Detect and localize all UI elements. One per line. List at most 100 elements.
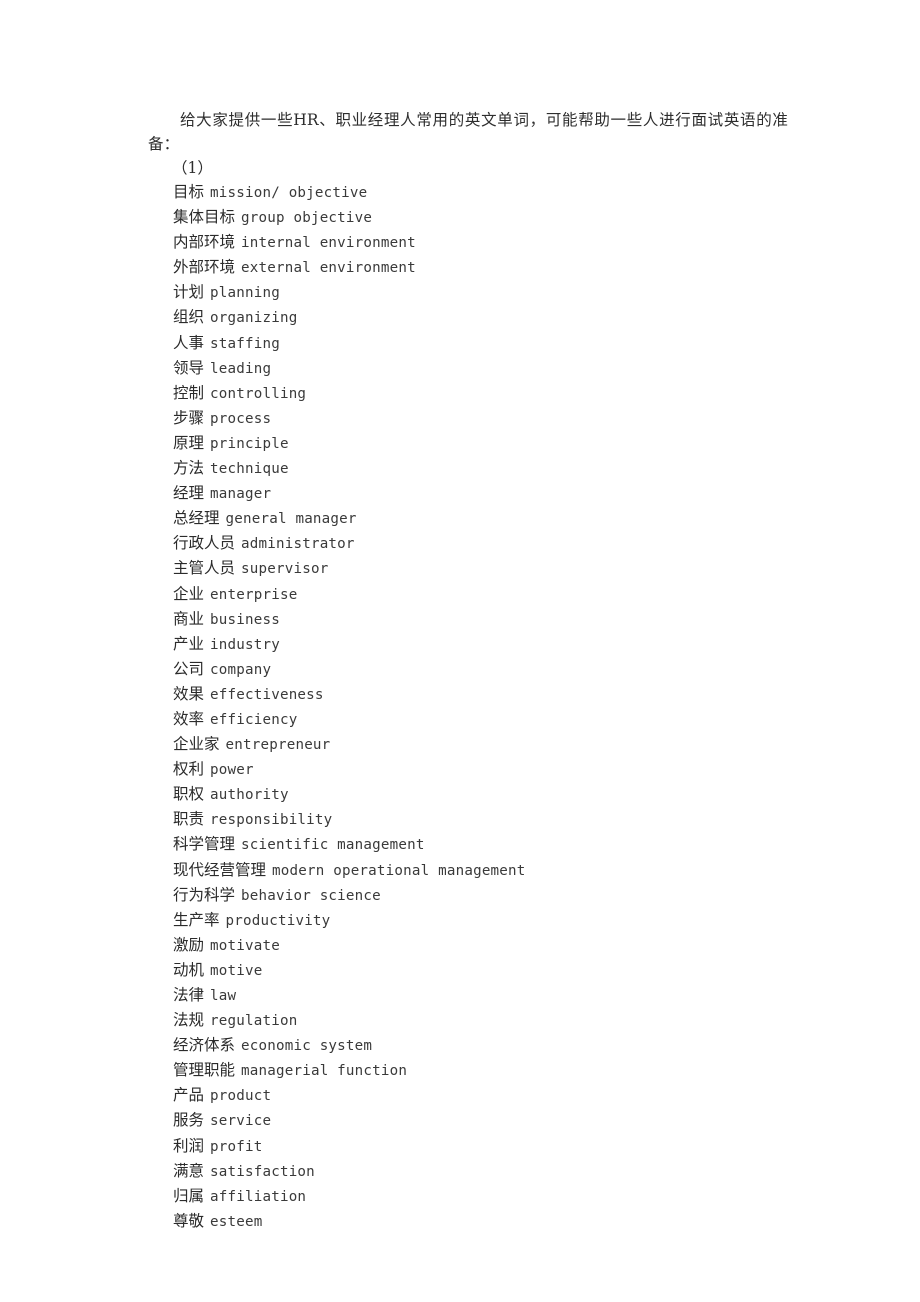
vocabulary-term-chinese: 行为科学: [173, 885, 236, 904]
vocabulary-term-chinese: 方法: [173, 459, 205, 478]
vocabulary-term-english: power: [210, 762, 254, 779]
vocabulary-entry: 公司 company: [173, 657, 788, 682]
vocabulary-entry: 管理职能 managerial function: [173, 1058, 788, 1083]
vocabulary-term-chinese: 人事: [173, 333, 205, 352]
vocabulary-term-chinese: 管理职能: [173, 1061, 236, 1080]
vocabulary-entry: 尊敬 esteem: [173, 1209, 788, 1234]
vocabulary-term-chinese: 公司: [173, 659, 205, 678]
vocabulary-entry: 企业家 entrepreneur: [173, 732, 788, 757]
vocabulary-entry: 外部环境 external environment: [173, 255, 788, 280]
vocabulary-term-chinese: 法规: [173, 1011, 205, 1030]
vocabulary-term-english: leading: [210, 360, 272, 377]
vocabulary-term-english: responsibility: [210, 812, 333, 829]
vocabulary-term-chinese: 商业: [173, 609, 205, 628]
vocabulary-entry: 总经理 general manager: [173, 506, 788, 531]
vocabulary-term-chinese: 原理: [173, 433, 205, 452]
vocabulary-term-chinese: 企业: [173, 584, 205, 603]
vocabulary-entry: 满意 satisfaction: [173, 1159, 788, 1184]
vocabulary-term-english: administrator: [241, 536, 355, 553]
vocabulary-term-english: affiliation: [210, 1188, 307, 1205]
vocabulary-term-english: product: [210, 1088, 272, 1105]
vocabulary-entry: 人事 staffing: [173, 331, 788, 356]
vocabulary-term-chinese: 步骤: [173, 408, 205, 427]
vocabulary-term-chinese: 动机: [173, 960, 205, 979]
vocabulary-term-english: supervisor: [241, 561, 329, 578]
vocabulary-term-chinese: 效果: [173, 684, 205, 703]
vocabulary-entry: 企业 enterprise: [173, 582, 788, 607]
vocabulary-entry: 步骤 process: [173, 406, 788, 431]
vocabulary-term-chinese: 内部环境: [173, 233, 236, 252]
vocabulary-entry: 产业 industry: [173, 632, 788, 657]
vocabulary-term-chinese: 效率: [173, 709, 205, 728]
vocabulary-entry: 动机 motive: [173, 958, 788, 983]
vocabulary-term-chinese: 目标: [173, 183, 205, 201]
vocabulary-entry: 效率 efficiency: [173, 707, 788, 732]
vocabulary-term-english: manager: [210, 486, 272, 503]
vocabulary-term-english: profit: [210, 1138, 263, 1155]
vocabulary-entry: 科学管理 scientific management: [173, 832, 788, 857]
vocabulary-term-english: regulation: [210, 1013, 298, 1030]
vocabulary-term-chinese: 利润: [173, 1136, 205, 1155]
vocabulary-entry: 商业 business: [173, 607, 788, 632]
vocabulary-term-english: company: [210, 661, 272, 678]
vocabulary-term-chinese: 生产率: [173, 910, 220, 929]
vocabulary-entry: 服务 service: [173, 1108, 788, 1133]
vocabulary-entry: 内部环境 internal environment: [173, 230, 788, 255]
vocabulary-entry: 经济体系 economic system: [173, 1033, 788, 1058]
vocabulary-term-english: entrepreneur: [225, 737, 331, 754]
document-body: 给大家提供一些HR、职业经理人常用的英文单词，可能帮助一些人进行面试英语的准备：…: [148, 108, 788, 1234]
section-number: （1）: [172, 159, 213, 177]
vocabulary-term-chinese: 领导: [173, 358, 205, 377]
vocabulary-term-chinese: 组织: [173, 308, 205, 327]
vocabulary-term-chinese: 归属: [173, 1186, 205, 1205]
intro-paragraph: 给大家提供一些HR、职业经理人常用的英文单词，可能帮助一些人进行面试英语的准备：: [148, 111, 788, 153]
vocabulary-term-english: industry: [210, 636, 280, 653]
vocabulary-term-chinese: 经理: [173, 484, 205, 503]
vocabulary-entry: 领导 leading: [173, 356, 788, 381]
vocabulary-entry: 法规 regulation: [173, 1008, 788, 1033]
vocabulary-term-english: motive: [210, 962, 263, 979]
vocabulary-entry: 归属 affiliation: [173, 1184, 788, 1209]
vocabulary-term-english: mission/ objective: [210, 185, 368, 201]
vocabulary-term-english: authority: [210, 787, 289, 804]
vocabulary-term-english: general manager: [225, 511, 357, 528]
vocabulary-term-english: service: [210, 1113, 272, 1130]
vocabulary-term-english: controlling: [210, 385, 307, 402]
vocabulary-term-english: modern operational management: [272, 862, 526, 879]
vocabulary-term-chinese: 现代经营管理: [173, 860, 267, 879]
vocabulary-list: 目标 mission/ objective 集体目标 group objective 内…: [148, 180, 788, 1234]
vocabulary-term-english: managerial function: [241, 1063, 408, 1080]
vocabulary-term-english: staffing: [210, 335, 280, 352]
vocabulary-entry: 职责 responsibility: [173, 807, 788, 832]
vocabulary-term-english: effectiveness: [210, 686, 324, 703]
vocabulary-term-english: efficiency: [210, 711, 298, 728]
vocabulary-term-english: behavior science: [241, 887, 381, 904]
vocabulary-term-chinese: 总经理: [173, 509, 220, 528]
vocabulary-entry: 产品 product: [173, 1083, 788, 1108]
vocabulary-entry: 利润 profit: [173, 1134, 788, 1159]
vocabulary-entry: 组织 organizing: [173, 305, 788, 330]
vocabulary-term-chinese: 满意: [173, 1161, 205, 1180]
vocabulary-term-chinese: 法律: [173, 986, 205, 1004]
vocabulary-term-chinese: 职权: [173, 785, 205, 804]
vocabulary-entry: 集体目标 group objective: [173, 205, 788, 230]
vocabulary-term-english: economic system: [241, 1038, 373, 1055]
vocabulary-entry: 原理 principle: [173, 431, 788, 456]
vocabulary-term-chinese: 企业家: [173, 735, 220, 754]
vocabulary-term-chinese: 服务: [173, 1111, 205, 1130]
vocabulary-entry: 经理 manager: [173, 481, 788, 506]
vocabulary-entry: 现代经营管理 modern operational management: [173, 858, 788, 883]
vocabulary-term-chinese: 权利: [173, 760, 205, 779]
vocabulary-term-english: internal environment: [241, 235, 416, 252]
vocabulary-term-english: esteem: [210, 1213, 263, 1230]
vocabulary-term-chinese: 职责: [173, 810, 205, 829]
vocabulary-entry: 职权 authority: [173, 782, 788, 807]
vocabulary-term-english: external environment: [241, 260, 416, 277]
vocabulary-term-chinese: 产品: [173, 1086, 205, 1105]
vocabulary-term-english: technique: [210, 461, 289, 478]
vocabulary-entry: 激励 motivate: [173, 933, 788, 958]
document-page: 给大家提供一些HR、职业经理人常用的英文单词，可能帮助一些人进行面试英语的准备：…: [0, 0, 920, 1302]
vocabulary-term-chinese: 主管人员: [173, 559, 236, 578]
vocabulary-term-chinese: 科学管理: [173, 835, 236, 854]
vocabulary-term-english: organizing: [210, 310, 298, 327]
